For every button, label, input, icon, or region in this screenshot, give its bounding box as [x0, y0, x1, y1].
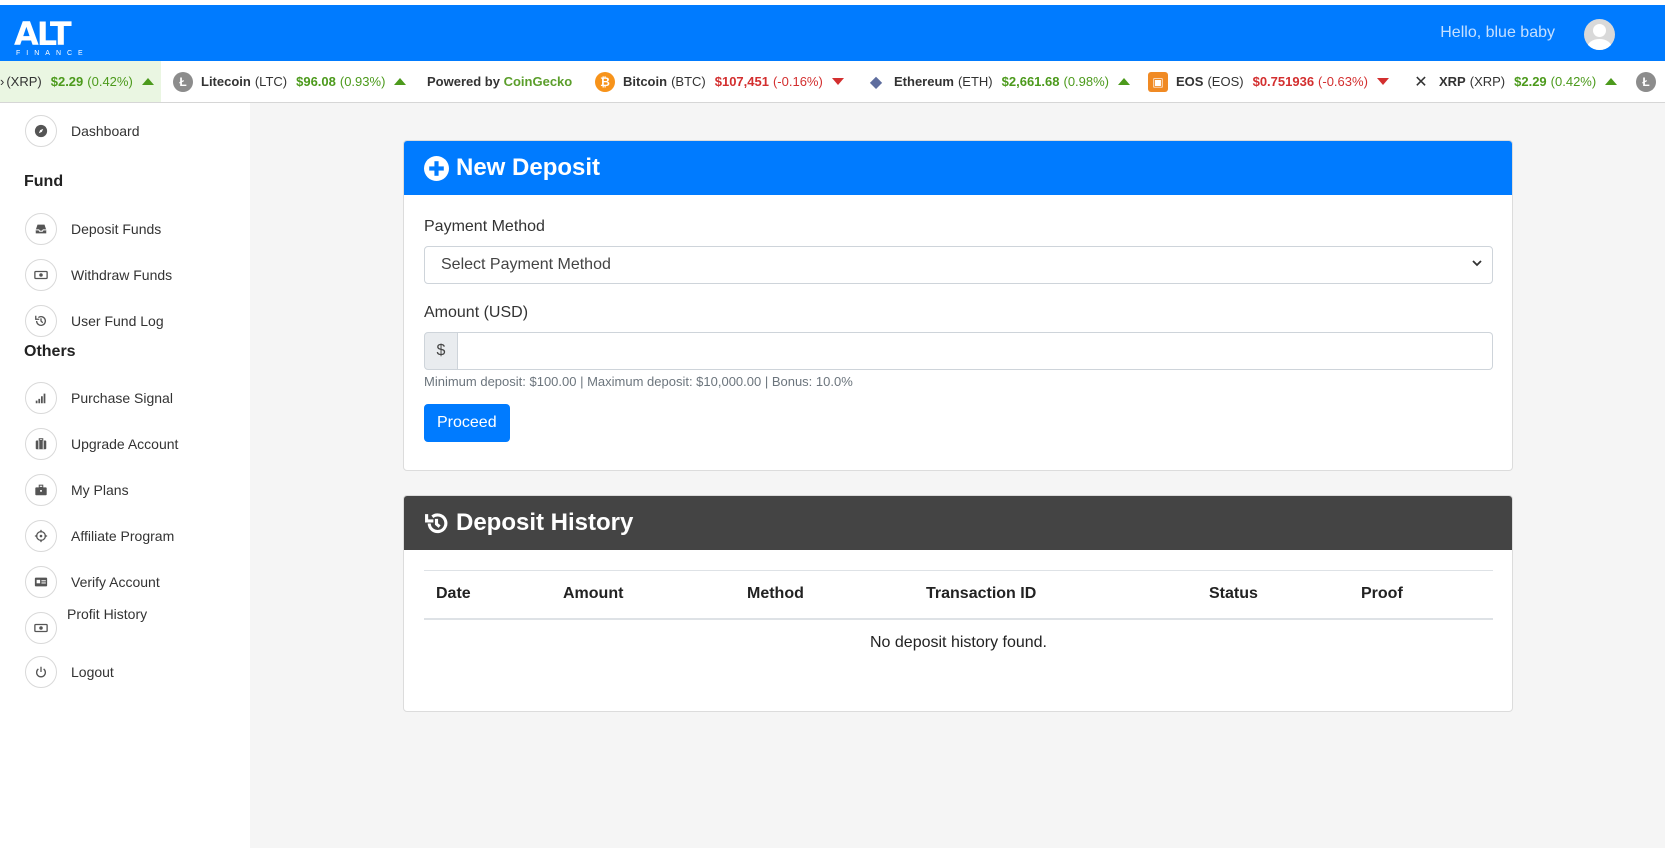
sidebar-item-profit-history[interactable]: Profit History [25, 606, 147, 644]
bitcoin-icon: ₿ [595, 71, 615, 92]
sidebar-heading-others: Others [24, 343, 76, 360]
money-icon [25, 259, 57, 291]
sidebar-item-dashboard[interactable]: Dashboard [25, 115, 140, 147]
price-ticker: › (XRP) $2.29 (0.42%) Ł Litecoin (LTC) $… [0, 61, 1665, 103]
ticker-item-xrp[interactable]: ✕ XRP (XRP) $2.29 (0.42%) [1411, 61, 1618, 102]
history-icon [25, 305, 57, 337]
up-arrow-icon [1605, 78, 1618, 85]
table-header-row: Date Amount Method Transaction ID Status… [424, 570, 1493, 620]
column-amount: Amount [551, 570, 735, 620]
sidebar-item-user-fund-log[interactable]: User Fund Log [25, 305, 164, 337]
top-navbar: ALT FINANCE Hello, blue baby [0, 5, 1665, 61]
amount-input-group: $ [424, 332, 1493, 370]
empty-history-message: No deposit history found. [870, 634, 1047, 651]
xrp-icon: ✕ [1414, 73, 1428, 91]
main-content: New Deposit Payment Method Select Paymen… [250, 103, 1665, 848]
sidebar-item-upgrade-account[interactable]: Upgrade Account [25, 428, 178, 460]
down-arrow-icon [1376, 78, 1389, 85]
coingecko-link[interactable]: CoinGecko [504, 74, 573, 89]
ticker-item-bitcoin[interactable]: ₿ Bitcoin (BTC) $107,451 (-0.16%) [595, 61, 844, 102]
up-arrow-icon [141, 78, 154, 85]
deposit-history-card: Deposit History Date Amount Method Trans… [403, 495, 1513, 712]
briefcase-icon [25, 474, 57, 506]
deposit-limits-help: Minimum deposit: $100.00 | Maximum depos… [424, 374, 853, 389]
power-icon [25, 656, 57, 688]
compass-icon [25, 115, 57, 147]
money-icon [25, 612, 57, 644]
coingecko-attribution[interactable]: Powered by CoinGecko [427, 61, 572, 102]
new-deposit-title: New Deposit [456, 154, 601, 181]
logo-subtext: FINANCE [16, 50, 89, 57]
ticker-item-xrp-partial[interactable]: › (XRP) $2.29 (0.42%) [0, 61, 161, 102]
eos-icon: ▣ [1148, 71, 1168, 92]
new-deposit-header: New Deposit [404, 141, 1512, 195]
suitcase-icon [25, 428, 57, 460]
deposit-history-header: Deposit History [404, 496, 1512, 550]
ticker-item-litecoin[interactable]: Ł Litecoin (LTC) $96.08 (0.93%) [173, 61, 407, 102]
up-arrow-icon [1118, 78, 1131, 85]
ticker-item-litecoin-partial[interactable]: Ł [1636, 61, 1664, 102]
column-status: Status [1197, 570, 1349, 620]
sidebar-item-purchase-signal[interactable]: Purchase Signal [25, 382, 173, 414]
sidebar-item-affiliate-program[interactable]: Affiliate Program [25, 520, 174, 552]
amount-input[interactable] [458, 332, 1493, 370]
down-arrow-icon [831, 78, 844, 85]
table-row: No deposit history found. [424, 619, 1493, 667]
deposit-history-title: Deposit History [456, 509, 634, 536]
column-transaction-id: Transaction ID [914, 570, 1197, 620]
proceed-button[interactable]: Proceed [424, 404, 510, 442]
sidebar-item-verify-account[interactable]: Verify Account [25, 566, 160, 598]
currency-addon: $ [424, 332, 458, 370]
sidebar-item-my-plans[interactable]: My Plans [25, 474, 129, 506]
new-deposit-card: New Deposit Payment Method Select Paymen… [403, 140, 1513, 471]
crosshair-icon [25, 520, 57, 552]
column-method: Method [735, 570, 914, 620]
litecoin-icon: Ł [173, 71, 193, 92]
history-icon [425, 512, 448, 533]
column-proof: Proof [1349, 570, 1493, 620]
user-greeting[interactable]: Hello, blue baby [1440, 24, 1555, 42]
up-arrow-icon [394, 78, 407, 85]
user-avatar[interactable] [1584, 19, 1615, 50]
ticker-item-eos[interactable]: ▣ EOS (EOS) $0.751936 (-0.63%) [1148, 61, 1389, 102]
sidebar-heading-fund: Fund [24, 173, 64, 190]
deposit-history-table: Date Amount Method Transaction ID Status… [424, 570, 1493, 667]
sidebar-item-withdraw-funds[interactable]: Withdraw Funds [25, 259, 172, 291]
id-card-icon [25, 566, 57, 598]
sidebar-item-logout[interactable]: Logout [25, 656, 114, 688]
amount-label: Amount (USD) [424, 304, 529, 321]
signal-icon [25, 382, 57, 414]
payment-method-label: Payment Method [424, 218, 545, 235]
chevron-down-icon [1472, 260, 1482, 267]
logo-text: ALT [14, 15, 72, 53]
sidebar-item-deposit-funds[interactable]: Deposit Funds [25, 213, 161, 245]
alt-finance-logo[interactable]: ALT FINANCE [14, 17, 86, 59]
payment-method-select[interactable]: Select Payment Method [424, 246, 1493, 284]
ticker-item-ethereum[interactable]: ◆ Ethereum (ETH) $2,661.68 (0.98%) [866, 61, 1131, 102]
column-date: Date [424, 570, 551, 620]
plus-circle-icon [424, 155, 449, 181]
ethereum-icon: ◆ [869, 73, 883, 91]
sidebar: Dashboard Fund Deposit Funds Withdraw Fu… [0, 103, 250, 848]
inbox-icon [25, 213, 57, 245]
litecoin-icon: Ł [1636, 71, 1656, 92]
